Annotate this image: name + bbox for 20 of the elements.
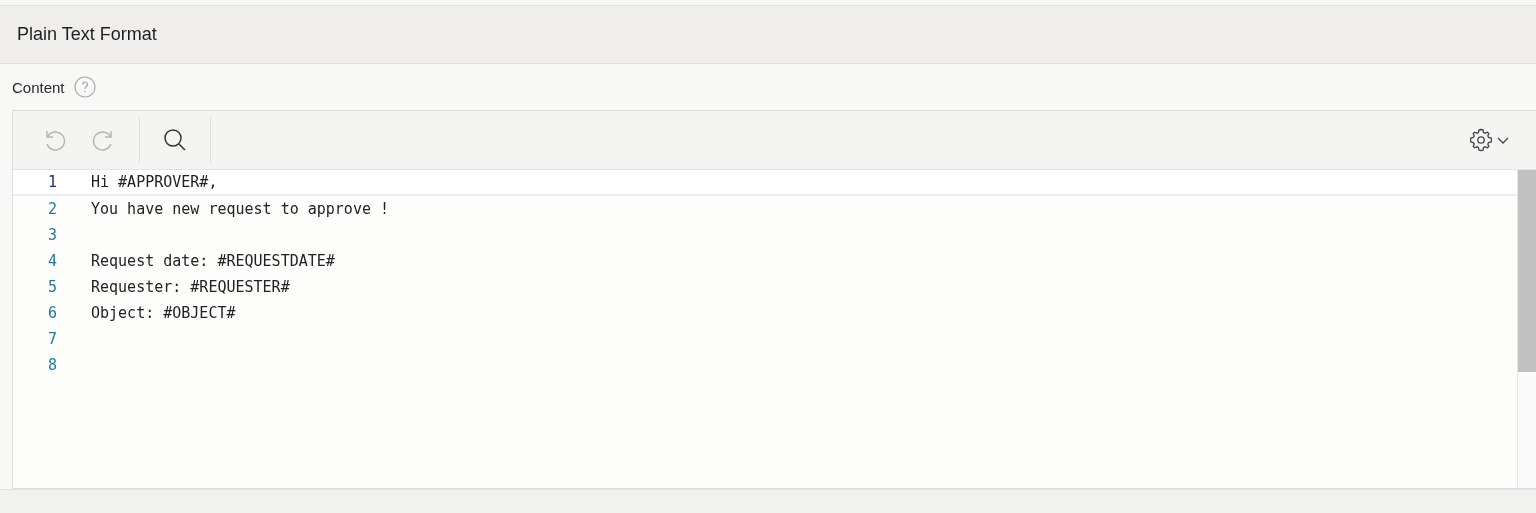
line-number: 3 (46, 226, 58, 244)
region-title: Plain Text Format (17, 24, 157, 45)
code-editor[interactable]: 1 Hi #APPROVER#, 2 You have new request to approve ! 3 4 Request date: #REQUESTDATE# 5 Requester: #REQUESTER# 6 Object: #OBJECT# 7 8 (12, 110, 1536, 489)
help-icon[interactable] (73, 76, 96, 98)
line-number: 1 (46, 173, 58, 191)
scrollbar-thumb[interactable] (1518, 170, 1536, 372)
line-number: 4 (46, 252, 58, 270)
scrollbar[interactable] (1517, 170, 1536, 488)
code-line: Object: #OBJECT# (91, 304, 236, 322)
search-icon (162, 127, 188, 153)
line-number: 6 (46, 304, 58, 322)
code-line: Requester: #REQUESTER# (91, 278, 290, 296)
line-number: 2 (46, 200, 58, 218)
code-line: You have new request to approve ! (91, 200, 389, 218)
code-line: Hi #APPROVER#, (91, 173, 218, 191)
line-number: 5 (46, 278, 58, 296)
code-line: Request date: #REQUESTDATE# (91, 252, 335, 270)
line-number: 8 (46, 356, 58, 374)
field-label: Content (12, 78, 65, 96)
line-number: 7 (46, 330, 58, 348)
